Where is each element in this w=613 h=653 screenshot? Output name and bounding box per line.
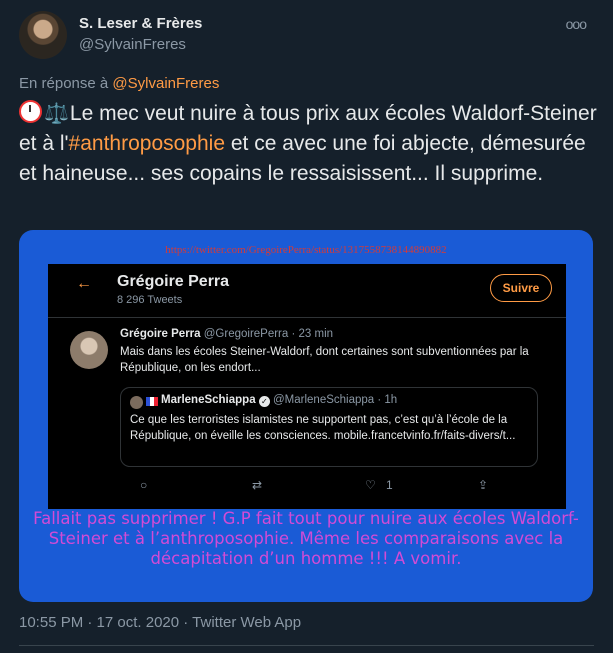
profile-name: Grégoire Perra: [117, 273, 230, 290]
tweet-text: ⚖️Le mec veut nuire à tous prix aux écol…: [19, 99, 597, 189]
embedded-author-meta: @GregoirePerra · 23 min: [203, 328, 334, 340]
embedded-actions: ○ ⇄ ♡ 1 ⇪: [140, 478, 520, 494]
profile-tweet-count: 8 296 Tweets: [117, 294, 183, 306]
like-icon: ♡: [365, 478, 376, 492]
hashtag-link[interactable]: #anthroposophie: [69, 132, 225, 155]
french-flag-icon: [146, 397, 158, 406]
back-arrow-icon: ←: [76, 275, 92, 292]
more-options-icon[interactable]: ooo: [566, 16, 587, 32]
reply-context: En réponse à @SylvainFreres: [19, 75, 219, 92]
embedded-avatar: [70, 331, 108, 369]
quoted-tweet: MarleneSchiappa ✓ @MarleneSchiappa · 1h …: [120, 387, 538, 467]
author-name[interactable]: S. Leser & Frères: [79, 15, 202, 32]
embedded-screenshot: ← Grégoire Perra 8 296 Tweets Suivre Gré…: [48, 264, 566, 509]
share-icon: ⇪: [478, 478, 489, 492]
balance-scale-icon: ⚖️: [44, 103, 69, 125]
embedded-post-text: Mais dans les écoles Steiner-Waldorf, do…: [120, 346, 529, 374]
divider: [19, 645, 594, 646]
quote-author-meta: @MarleneSchiappa · 1h: [273, 394, 398, 406]
retweet-icon: ⇄: [252, 478, 263, 492]
image-caption: Fallait pas supprimer ! G.P fait tout po…: [33, 509, 579, 568]
embedded-author-name: Grégoire Perra: [120, 328, 201, 340]
like-count: 1: [386, 478, 393, 492]
quote-author: MarleneSchiappa ✓ @MarleneSchiappa · 1h: [161, 394, 397, 407]
tweet-timestamp[interactable]: 10:55 PM · 17 oct. 2020 · Twitter Web Ap…: [19, 614, 301, 631]
reply-to-user-link[interactable]: @SylvainFreres: [112, 75, 219, 92]
follow-button: Suivre: [490, 274, 552, 302]
profile-header: ← Grégoire Perra 8 296 Tweets Suivre: [48, 264, 566, 318]
quote-author-name: MarleneSchiappa: [161, 394, 256, 406]
author-avatar[interactable]: [19, 11, 67, 59]
tweet-image[interactable]: https://twitter.com/GregoirePerra/status…: [19, 230, 593, 602]
quote-text: Ce que les terroristes islamistes ne sup…: [130, 414, 516, 442]
author-handle[interactable]: @SylvainFreres: [79, 36, 186, 53]
quote-avatar: [130, 396, 143, 409]
verified-badge-icon: ✓: [258, 396, 270, 407]
image-url-text: https://twitter.com/GregoirePerra/status…: [165, 244, 447, 256]
reply-prefix: En réponse à: [19, 75, 109, 92]
reply-icon: ○: [140, 478, 148, 492]
embedded-post-author: Grégoire Perra @GregoirePerra · 23 min: [120, 328, 333, 340]
alarm-clock-icon: [19, 100, 42, 123]
